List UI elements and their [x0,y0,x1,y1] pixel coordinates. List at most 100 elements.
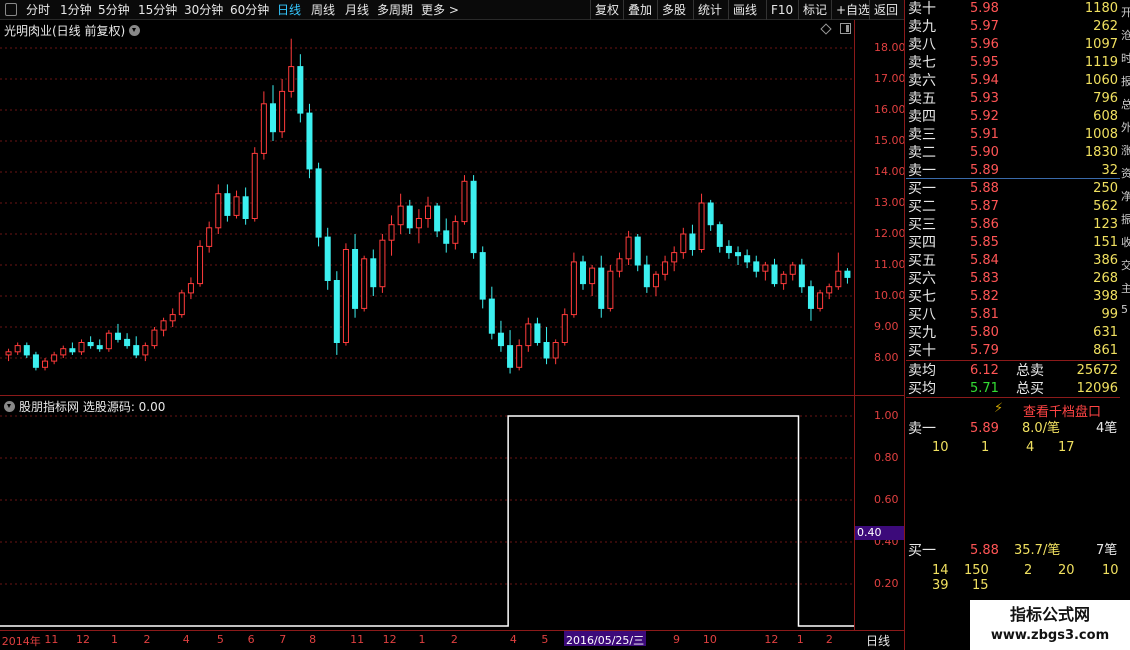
candle-body [534,323,541,343]
toolbar-separator [728,0,729,20]
candle-body [616,258,623,272]
candle [488,286,495,340]
toolbar-separator [693,0,694,20]
toolbar-action-button[interactable]: 复权 [595,2,619,18]
candle-body [279,90,286,133]
candle [160,317,167,337]
ask-level-row[interactable]: 卖七 5.95 1119 [906,54,1130,72]
candle [817,289,824,312]
price-tick-label: 12.00 [874,227,906,240]
date-tick-label: 4 [182,633,190,646]
level-price: 5.83 [970,271,999,286]
candle [716,221,723,253]
price-tick-label: 14.00 [874,165,906,178]
thousand-level-button[interactable]: 查看千档盘口 [1023,401,1101,420]
level-volume: 1008 [1084,127,1118,142]
level-volume: 608 [1093,109,1118,124]
candle [461,175,468,225]
toolbar-action-button[interactable]: 返回 [874,2,898,18]
bid-level-row[interactable]: 买十 5.79 861 [906,342,1130,360]
period-tab[interactable]: 日线 [277,2,301,18]
candle [662,255,669,281]
toggle-panel-icon[interactable] [5,3,17,16]
date-tick-label: 5 [216,633,224,646]
candle-body [242,196,249,220]
period-tab[interactable]: 60分钟 [230,2,269,18]
candle [497,320,504,352]
level-label: 买六 [908,271,936,287]
period-tab[interactable]: 30分钟 [184,2,223,18]
info-label-fragment: 收 [1121,236,1130,249]
candle [370,249,377,296]
ask-level-row[interactable]: 卖八 5.96 1097 [906,36,1130,54]
candle-body [124,338,131,347]
bid-level-row[interactable]: 买四 5.85 151 [906,234,1130,252]
order-size: 10 [1102,563,1119,578]
candle [625,230,632,265]
candle-body [224,193,231,216]
bid-level-row[interactable]: 买七 5.82 398 [906,288,1130,306]
period-tab[interactable]: 周线 [311,2,335,18]
ask-level-row[interactable]: 卖四 5.92 608 [906,108,1130,126]
toolbar-action-button[interactable]: F10 [771,2,793,18]
candle [616,252,623,278]
period-label[interactable]: 日线 [866,632,890,649]
toolbar-action-button[interactable]: 标记 [803,2,827,18]
candle [406,199,413,234]
candle-body [716,224,723,247]
bid-level-row[interactable]: 买八 5.81 99 [906,306,1130,324]
ask-level-row[interactable]: 卖二 5.90 1830 [906,144,1130,162]
period-tab[interactable]: 1分钟 [60,2,92,18]
toolbar-action-button[interactable]: 画线 [733,2,757,18]
avg-divider [906,360,1130,361]
candle [643,255,650,293]
order-size: 150 [964,563,989,578]
candle-body [5,351,12,356]
ask-average-row: 卖均 6.12 总卖 25672 [908,363,1118,379]
candle [424,196,432,228]
price-tick-label: 13.00 [874,196,906,209]
candle-body [470,180,477,254]
candle [634,234,641,272]
order-size: 2 [1024,563,1033,578]
candle [324,227,331,290]
period-tab[interactable]: 分时 [26,2,50,18]
candle-body [51,354,58,362]
level-volume: 861 [1093,343,1118,358]
level-label: 买三 [908,217,936,233]
candle-body [288,66,295,92]
indicator-chart[interactable] [0,396,854,630]
candle [215,184,222,234]
bid-level-row[interactable]: 买一 5.88 250 [906,180,1130,198]
ask-level-row[interactable]: 卖六 5.94 1060 [906,72,1130,90]
period-tab[interactable]: 15分钟 [138,2,177,18]
bid-level-row[interactable]: 买九 5.80 631 [906,324,1130,342]
candle [525,317,532,352]
period-tab[interactable]: 5分钟 [98,2,130,18]
date-axis: 2014年 11 12 1 2 4 5 6 7 8 11 12 1 2 4 5 9 10 12 1 2 [0,630,905,650]
candle [269,85,276,141]
candle [224,184,231,222]
period-tab[interactable]: 更多 > [421,2,459,18]
ask-level-row[interactable]: 卖五 5.93 796 [906,90,1130,108]
toolbar-action-button[interactable]: 叠加 [628,2,652,18]
info-label-fragment: 交 [1121,259,1130,272]
order-size: 14 [932,563,949,578]
ask-level-row[interactable]: 卖十 5.98 1180 [906,0,1130,18]
bid-level-row[interactable]: 买六 5.83 268 [906,270,1130,288]
toolbar-action-button[interactable]: +自选 [836,2,870,18]
info-label-fragment: 外 [1121,121,1130,134]
period-tab[interactable]: 月线 [345,2,369,18]
ask-level-row[interactable]: 卖九 5.97 262 [906,18,1130,36]
bid-level-row[interactable]: 买五 5.84 386 [906,252,1130,270]
toolbar-action-button[interactable]: 统计 [698,2,722,18]
toolbar-action-button[interactable]: 多股 [662,2,686,18]
ask-level-row[interactable]: 卖三 5.91 1008 [906,126,1130,144]
candle [543,327,550,365]
bid-level-row[interactable]: 买三 5.86 123 [906,216,1130,234]
level-price: 5.80 [970,325,999,340]
candlestick-chart[interactable] [0,20,854,395]
bid-level-row[interactable]: 买二 5.87 562 [906,198,1130,216]
period-tab[interactable]: 多周期 [377,2,413,18]
info-label-fragment: 资 [1121,167,1130,180]
